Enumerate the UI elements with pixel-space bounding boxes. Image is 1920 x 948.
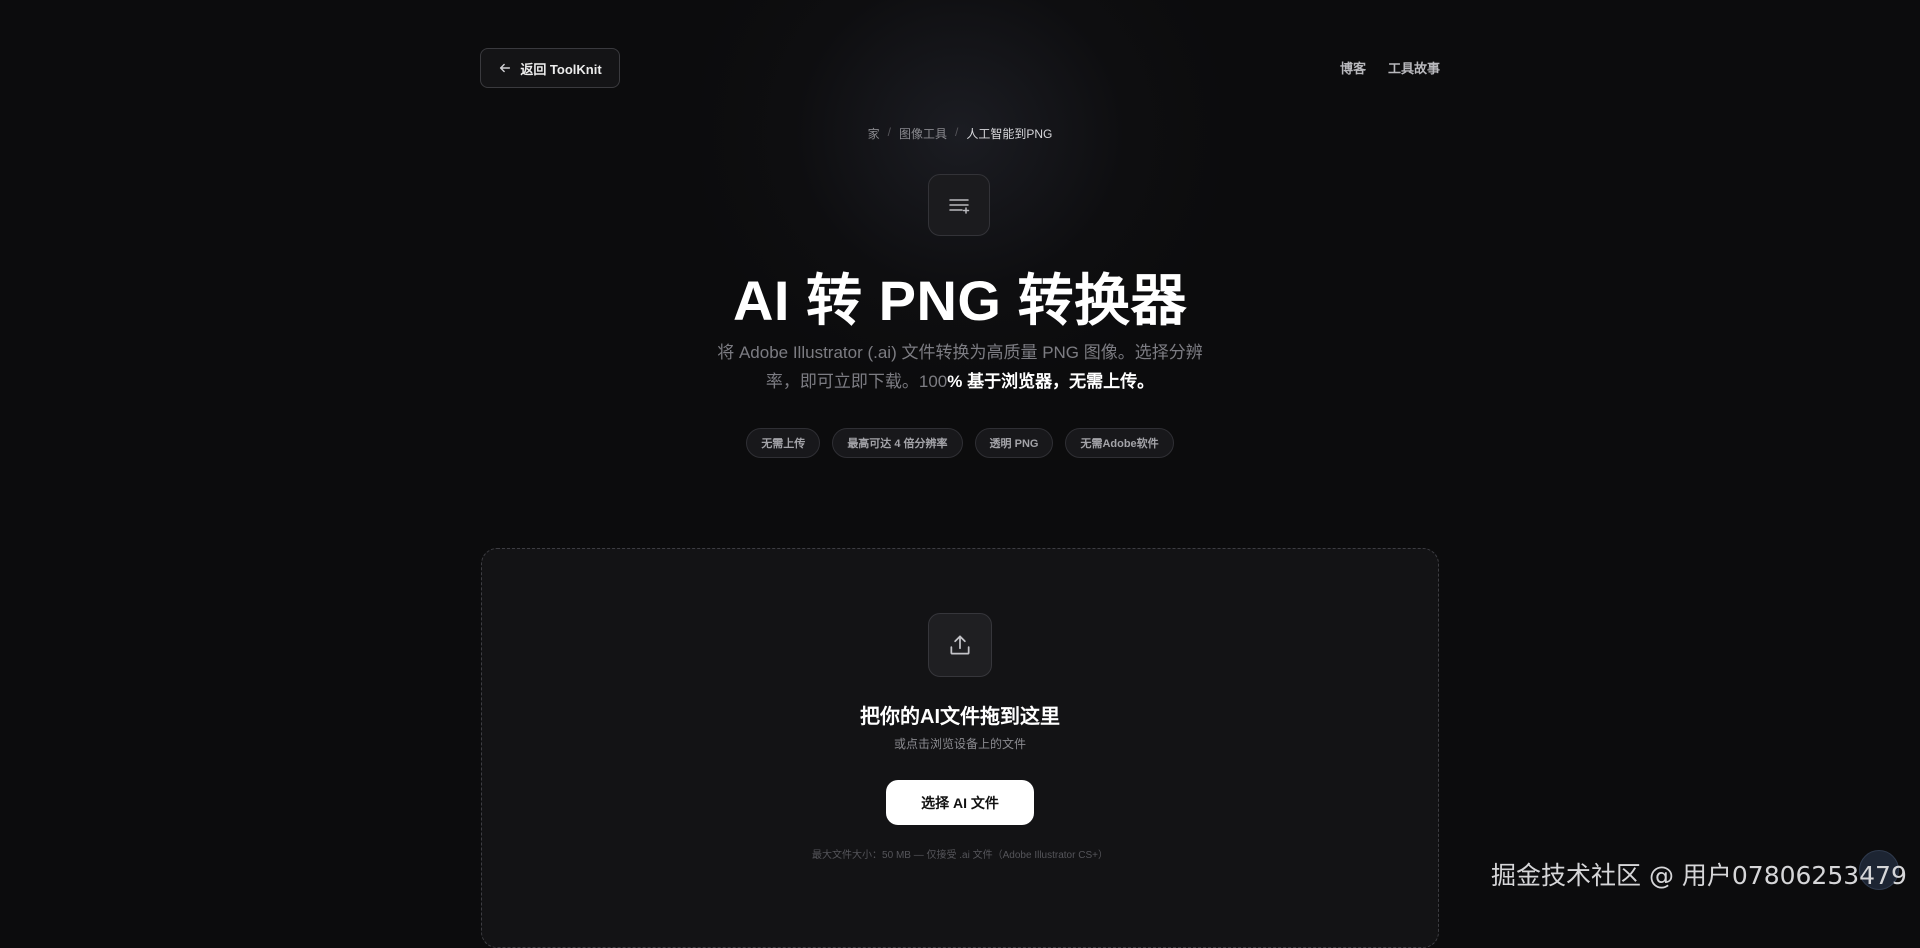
back-button-label: 返回 ToolKnit — [520, 61, 602, 77]
top-nav: 博客 工具故事 — [1340, 58, 1440, 77]
dropzone-title: 把你的AI文件拖到这里 — [860, 706, 1060, 728]
dropzone-subtitle: 或点击浏览设备上的文件 — [893, 737, 1026, 751]
breadcrumb-home-link[interactable]: 家 — [868, 125, 880, 142]
breadcrumb-current: 人工智能到PNG — [966, 127, 1053, 141]
watermark: 掘金技术社区 @ 用户07806253479 — [1491, 861, 1907, 890]
tool-icon-tile — [928, 174, 990, 236]
badge-no-upload: 无需上传 — [746, 428, 821, 458]
upload-icon — [950, 635, 970, 655]
nav-tool-stories-link[interactable]: 工具故事 — [1388, 58, 1440, 77]
breadcrumb-image-tools-link[interactable]: 图像工具 — [899, 125, 947, 142]
choose-ai-file-button[interactable]: 选择 AI 文件 — [886, 780, 1034, 825]
list-plus-icon — [949, 199, 970, 214]
upload-icon-tile — [928, 613, 992, 677]
badge-4x-resolution: 最高可达 4 倍分辨率 — [832, 428, 963, 458]
breadcrumb-separator: / — [887, 125, 891, 139]
arrow-left-icon — [500, 63, 511, 73]
badge-transparent-png: 透明 PNG — [974, 428, 1054, 458]
nav-blog-link[interactable]: 博客 — [1340, 58, 1366, 77]
page-title: AI 转 PNG 转换器 — [732, 269, 1188, 332]
subtitle-emphasis: % 基于浏览器，无需上传。 — [947, 372, 1155, 391]
back-to-toolknit-button[interactable]: 返回 ToolKnit — [480, 48, 620, 88]
feature-badges: 无需上传 最高可达 4 倍分辨率 透明 PNG 无需Adobe软件 — [0, 428, 1920, 458]
breadcrumb: 家 / 图像工具 / 人工智能到PNG — [0, 125, 1920, 142]
badge-no-adobe: 无需Adobe软件 — [1065, 428, 1174, 458]
page-subtitle: 将 Adobe Illustrator (.ai) 文件转换为高质量 PNG 图… — [705, 338, 1215, 396]
breadcrumb-separator: / — [955, 125, 959, 139]
